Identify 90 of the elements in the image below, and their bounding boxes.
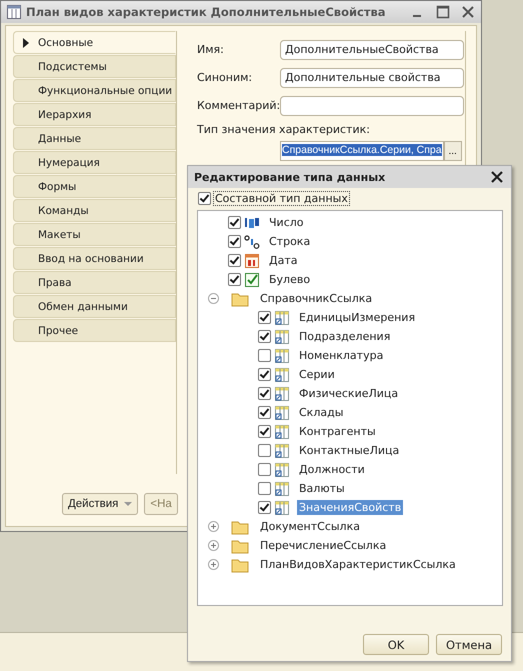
tree-item[interactable]: Булево — [267, 272, 312, 287]
table-icon — [274, 462, 290, 478]
side-tab[interactable]: Обмен данными — [13, 295, 176, 318]
folder-icon — [231, 556, 249, 572]
side-tab[interactable]: Команды — [13, 199, 176, 222]
checkbox[interactable] — [258, 463, 271, 476]
checkbox[interactable] — [228, 254, 241, 267]
checkbox[interactable] — [258, 349, 271, 362]
calendar-icon — [244, 252, 260, 268]
checkbox[interactable] — [258, 406, 271, 419]
actions-button[interactable]: Действия — [62, 493, 138, 515]
side-tab[interactable]: Данные — [13, 127, 176, 150]
ok-button[interactable]: OK — [363, 634, 429, 655]
field-label: Синоним: — [197, 71, 254, 84]
string-type-icon — [244, 234, 260, 250]
expand-icon[interactable] — [208, 540, 219, 551]
pointer-icon — [23, 38, 29, 48]
side-tab[interactable]: Ввод на основании — [13, 247, 176, 270]
table-icon — [274, 310, 290, 326]
table-icon — [274, 348, 290, 364]
side-tab[interactable]: Права — [13, 271, 176, 294]
checkbox[interactable] — [198, 192, 211, 204]
dialog-title: Редактирование типа данных — [194, 170, 386, 184]
table-icon — [7, 5, 21, 19]
tree-item[interactable]: СправочникСсылка — [258, 291, 374, 306]
tree-item[interactable]: Контрагенты — [297, 424, 378, 439]
tree-item[interactable]: Подразделения — [297, 329, 392, 344]
side-tab[interactable]: Функциональные опции — [13, 79, 176, 102]
text-field[interactable]: ДополнительныеСвойства — [280, 40, 464, 60]
side-tab[interactable]: Нумерация — [13, 151, 176, 174]
checkmark-box-icon — [244, 272, 260, 288]
side-tab[interactable]: Формы — [13, 175, 176, 198]
expand-icon[interactable] — [208, 521, 219, 532]
select-button[interactable]: ... — [444, 141, 462, 161]
table-icon — [274, 500, 290, 516]
checkbox[interactable] — [258, 368, 271, 381]
tree-item[interactable]: Номенклатура — [297, 348, 386, 363]
tree-item[interactable]: ЕдиницыИзмерения — [297, 310, 418, 325]
tree-item[interactable]: Должности — [297, 462, 367, 477]
checkbox[interactable] — [258, 425, 271, 438]
table-icon — [274, 404, 290, 420]
close-icon[interactable] — [461, 5, 475, 19]
table-icon — [274, 366, 290, 382]
table-icon — [274, 442, 290, 458]
tree-item[interactable]: Склады — [297, 405, 346, 420]
tree-item[interactable]: ФизическиеЛица — [297, 386, 400, 401]
folder-icon — [231, 538, 249, 554]
checkbox[interactable] — [228, 235, 241, 248]
side-tab[interactable]: Макеты — [13, 223, 176, 246]
checkbox[interactable] — [258, 482, 271, 495]
field-label: Имя: — [197, 43, 225, 56]
tree-item[interactable]: Число — [267, 215, 306, 230]
checkbox[interactable] — [228, 216, 241, 229]
dropdown-arrow-icon — [124, 502, 132, 506]
window-title: План видов характеристик ДополнительныеСвойства — [26, 5, 387, 19]
side-tab[interactable]: Основные — [13, 31, 176, 54]
tree-item[interactable]: ПеречислениеСсылка — [258, 538, 388, 553]
tree-item[interactable]: КонтактныеЛица — [297, 443, 402, 458]
table-icon — [274, 424, 290, 440]
checkbox[interactable] — [258, 330, 271, 343]
checkbox[interactable] — [258, 387, 271, 400]
side-tab[interactable]: Прочее — [13, 319, 176, 342]
text-field[interactable] — [280, 96, 464, 116]
text-field[interactable]: Дополнительные свойства — [280, 68, 464, 88]
tree-item[interactable]: ПланВидовХарактеристикСсылка — [258, 557, 458, 572]
expand-icon[interactable] — [208, 559, 219, 570]
collapse-icon[interactable] — [208, 293, 219, 304]
side-tab[interactable]: Подсистемы — [13, 55, 176, 78]
tree-item[interactable]: Серии — [297, 367, 337, 382]
checkbox-label: Составной тип данных — [213, 190, 350, 206]
table-icon — [274, 328, 290, 344]
tree-item[interactable]: ДокументСсылка — [258, 519, 362, 534]
checkbox[interactable] — [258, 444, 271, 457]
tree-item[interactable]: Валюты — [297, 481, 347, 496]
side-tab[interactable]: Иерархия — [13, 103, 176, 126]
checkbox[interactable] — [258, 501, 271, 514]
tree-item[interactable]: Дата — [267, 253, 300, 268]
table-icon — [274, 480, 290, 496]
checkbox[interactable] — [258, 311, 271, 324]
field-label: Комментарий: — [197, 99, 280, 112]
cancel-button[interactable]: Отмена — [436, 634, 502, 655]
tree-item[interactable]: Строка — [267, 234, 312, 249]
checkbox[interactable] — [228, 273, 241, 286]
close-icon[interactable] — [491, 171, 503, 183]
folder-icon — [231, 518, 249, 534]
field-label: Тип значения характеристик: — [197, 123, 371, 136]
maximize-icon[interactable] — [436, 5, 450, 19]
type-field[interactable]: СправочникСсылка.Серии, Спра — [280, 141, 444, 161]
table-icon — [274, 386, 290, 402]
folder-icon — [231, 290, 249, 306]
